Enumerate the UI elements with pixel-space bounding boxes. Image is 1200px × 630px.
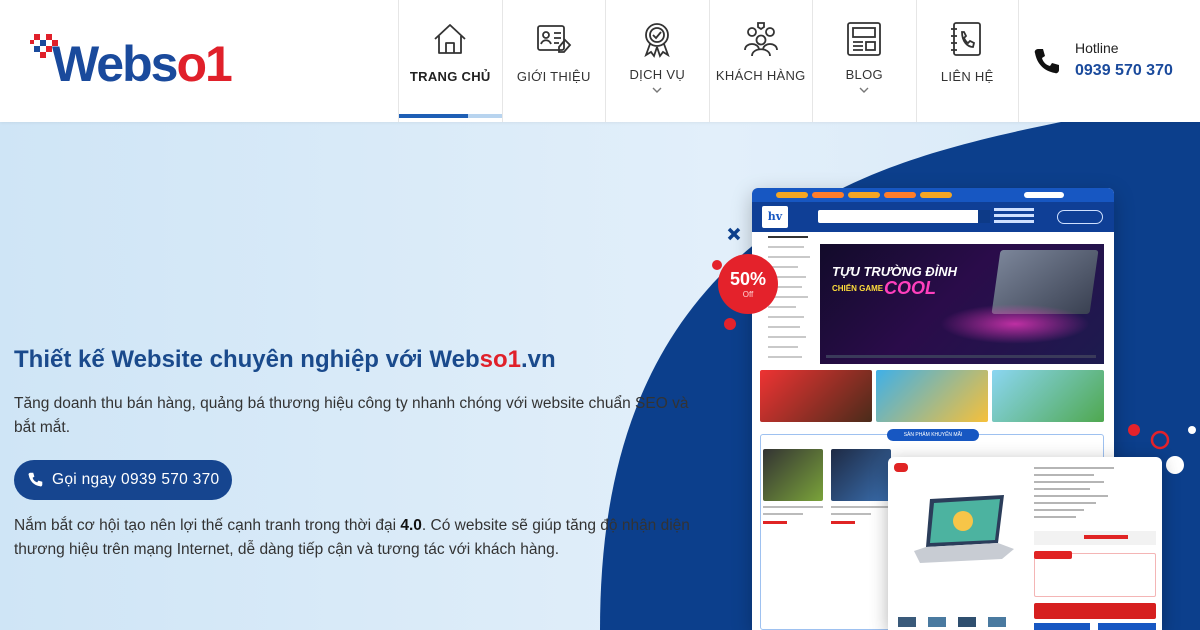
about-card-icon xyxy=(536,25,571,53)
nav-active-indicator xyxy=(399,114,502,118)
chevron-down-icon xyxy=(652,87,662,93)
mockup-logo: hv xyxy=(762,206,788,228)
laptop-image xyxy=(914,495,1014,563)
mockup-thumb-promo xyxy=(992,370,1104,422)
nav-label-services: DỊCH VỤ xyxy=(629,67,686,82)
nav-label-blog: BLOG xyxy=(845,67,883,82)
nav-item-blog[interactable]: BLOG xyxy=(812,0,916,122)
close-x-decoration-icon xyxy=(727,227,741,241)
mockup-topbar-pill xyxy=(920,192,952,198)
mockup-thumb-sale xyxy=(876,370,988,422)
hero-headline: Thiết kế Website chuyên nghiệp với Webso… xyxy=(14,346,556,373)
site-header: Webso1 TRANG CHỦ GIỚI THIỆU DỊCH VỤ KHÁC… xyxy=(0,0,1200,122)
mockup-installment-button xyxy=(1098,623,1156,630)
mockup-thumb-video xyxy=(760,370,872,422)
nav-label-home: TRANG CHỦ xyxy=(409,69,491,84)
mockup-popup-thumbnails xyxy=(898,615,1022,629)
dot-decoration-icon xyxy=(1128,424,1140,436)
mockup-header: hv xyxy=(752,202,1114,232)
phone-icon xyxy=(1034,49,1059,74)
nav-item-customers[interactable]: KHÁCH HÀNG xyxy=(708,0,813,122)
logo-wordmark: Webso1 xyxy=(52,36,233,92)
chevron-down-icon xyxy=(859,87,869,93)
nav-item-services[interactable]: DỊCH VỤ xyxy=(605,0,709,122)
hotline-caption: Hotline xyxy=(1075,40,1119,56)
hotline-block[interactable]: Hotline 0939 570 370 xyxy=(1032,38,1192,84)
mockup-topbar-pill xyxy=(848,192,880,198)
home-icon xyxy=(434,24,466,54)
mockup-add-cart-button xyxy=(1034,623,1090,630)
mockup-banner-title: TỰU TRƯỜNG ĐỈNH xyxy=(832,264,958,279)
mockup-topbar-pill xyxy=(776,192,808,198)
mockup-promo-banner: TỰU TRƯỜNG ĐỈNH CHIẾN GAME COOL xyxy=(820,244,1104,364)
dot-decoration-icon xyxy=(724,318,736,330)
mockup-banner-glow xyxy=(940,304,1090,344)
mockup-promo-header xyxy=(1034,551,1072,559)
mockup-banner-footer xyxy=(826,355,1096,358)
phone-icon xyxy=(28,472,43,487)
mockup-topbar-pill xyxy=(1024,192,1064,198)
mockup-banner-subtitle: CHIẾN GAME xyxy=(832,284,884,293)
mockup-hotline xyxy=(994,208,1054,226)
nav-item-contact[interactable]: LIÊN HỆ xyxy=(915,0,1019,122)
mockup-discount-tag xyxy=(894,463,908,472)
webso1-logo[interactable]: Webso1 xyxy=(30,30,240,94)
discount-off-label: Off xyxy=(742,290,754,299)
nav-label-customers: KHÁCH HÀNG xyxy=(715,68,806,83)
mockup-topbar-pill xyxy=(812,192,844,198)
mockup-banner-cool: COOL xyxy=(884,278,936,298)
nav-item-home[interactable]: TRANG CHỦ xyxy=(398,0,502,122)
mockup-sale-price xyxy=(1084,535,1128,539)
contact-book-icon xyxy=(951,22,982,56)
ring-decoration-icon xyxy=(1150,430,1170,450)
mockup-product-card xyxy=(831,449,891,559)
dot-decoration-icon xyxy=(1166,456,1184,474)
mockup-buy-now-button xyxy=(1034,603,1156,619)
hotline-number[interactable]: 0939 570 370 xyxy=(1075,62,1173,80)
mockup-account-button xyxy=(1057,210,1103,224)
call-now-button[interactable]: Gọi ngay 0939 570 370 xyxy=(14,460,232,500)
discount-percent: 50% xyxy=(729,269,767,289)
mockup-search-button xyxy=(978,210,990,223)
hero-body-text: Nắm bắt cơ hội tạo nên lợi thế cạnh tran… xyxy=(14,517,690,558)
mockup-product-popup xyxy=(888,457,1162,630)
dot-decoration-icon xyxy=(1188,426,1196,434)
mockup-deals-title: SẢN PHẨM KHUYẾN MÃI xyxy=(887,429,979,441)
customers-icon xyxy=(743,22,778,57)
mockup-spec-list xyxy=(1034,467,1154,523)
discount-badge: 50% Off xyxy=(718,254,778,314)
service-badge-icon xyxy=(644,23,670,58)
mockup-thumbnails xyxy=(760,370,1104,422)
nav-item-about[interactable]: GIỚI THIỆU xyxy=(501,0,606,122)
main-navigation: TRANG CHỦ GIỚI THIỆU DỊCH VỤ KHÁCH HÀNG xyxy=(398,0,1019,122)
call-now-label: Gọi ngay 0939 570 370 xyxy=(52,471,220,488)
hero-description: Tăng doanh thu bán hàng, quảng bá thương… xyxy=(14,395,689,436)
nav-label-about: GIỚI THIỆU xyxy=(516,69,591,84)
mockup-topbar xyxy=(752,188,1114,202)
nav-label-contact: LIÊN HỆ xyxy=(940,69,994,84)
mockup-topbar-pill xyxy=(884,192,916,198)
mockup-product-card xyxy=(763,449,823,559)
mockup-search-bar xyxy=(818,210,988,223)
mockup-promo-box xyxy=(1034,553,1156,597)
blog-icon xyxy=(847,22,882,56)
